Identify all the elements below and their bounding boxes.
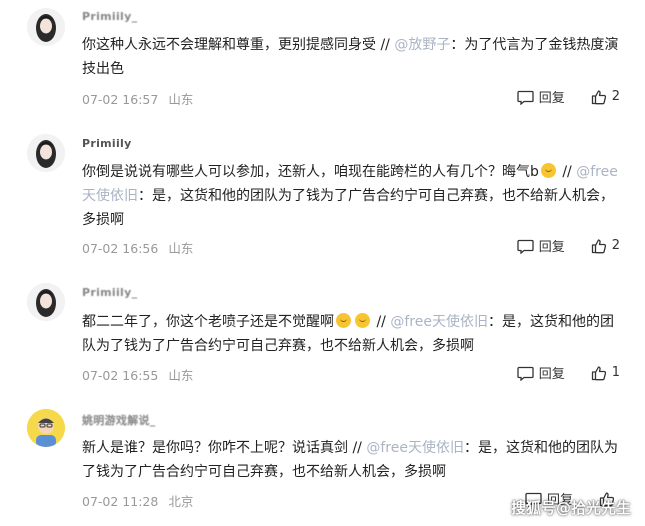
reply-button[interactable]: 回复	[517, 87, 565, 106]
avatar[interactable]	[27, 409, 65, 447]
comment-actions: 回复 2	[517, 87, 620, 106]
comment-time: 07-02 11:28	[82, 494, 159, 509]
mention-link[interactable]: @free天使依旧	[366, 440, 464, 456]
grin-emoji-icon	[336, 313, 351, 328]
avatar[interactable]	[27, 283, 65, 321]
reply-button[interactable]: 回复	[517, 363, 565, 382]
like-count: 1	[611, 365, 620, 380]
comment-meta: 07-02 16:56 山东	[82, 238, 193, 257]
like-button[interactable]: 2	[591, 89, 620, 105]
comment-location: 北京	[168, 494, 194, 509]
comment-actions: 回复 2	[517, 236, 620, 255]
username[interactable]: Primiily_	[82, 286, 137, 299]
comment-meta: 07-02 11:28 北京	[82, 491, 193, 510]
comment-text-main: 你倒是说说有哪些人可以参加，还新人，咱现在能跨栏的人有几个？晦气b	[82, 164, 539, 180]
grin-emoji-icon	[540, 163, 556, 178]
comment-bubble-icon	[517, 90, 534, 105]
comment-text-tail: ：是，这货和他的团队为了钱为了广告合约宁可自己弃赛，也不给新人机会，多损啊	[82, 188, 614, 228]
mention-link[interactable]: @放野子	[394, 37, 450, 53]
comment-bubble-icon	[517, 366, 534, 381]
comment-meta: 07-02 16:57 山东	[82, 89, 193, 108]
comment-text-main: 新人是谁？是你吗？你咋不上呢？说话真剑 //	[82, 440, 362, 456]
comment-time: 07-02 16:56	[82, 241, 159, 256]
comment-location: 山东	[168, 241, 194, 256]
comment-text: 你倒是说说有哪些人可以参加，还新人，咱现在能跨栏的人有几个？晦气b // @fr…	[82, 163, 618, 228]
comment-text: 新人是谁？是你吗？你咋不上呢？说话真剑 // @free天使依旧：是，这货和他的…	[82, 436, 622, 484]
grin-emoji-icon	[355, 313, 370, 328]
reply-label: 回复	[538, 91, 565, 106]
comment-location: 山东	[168, 92, 194, 107]
thumbs-up-icon	[591, 238, 606, 253]
comment-location: 山东	[168, 368, 194, 383]
comment-text: 你这种人永远不会理解和尊重，更别提感同身受 // @放野子：为了代言为了金钱热度…	[82, 33, 622, 81]
comment-text-main: 你这种人永远不会理解和尊重，更别提感同身受 //	[82, 37, 390, 53]
reply-button[interactable]: 回复	[517, 236, 565, 255]
thumbs-up-icon	[591, 365, 606, 380]
like-button[interactable]: 2	[591, 238, 620, 254]
watermark: 搜狐号@拾光先生	[510, 499, 631, 517]
username[interactable]: 姚明游戏解说_	[82, 412, 156, 428]
reply-label: 回复	[538, 240, 565, 255]
comment-text: 都二二年了，你这个老喷子还是不觉醒啊 // @free天使依旧：是，这货和他的团…	[82, 313, 614, 354]
comment-time: 07-02 16:57	[82, 92, 159, 107]
comment-time: 07-02 16:55	[82, 368, 159, 383]
thumbs-up-icon	[591, 89, 606, 104]
like-button[interactable]: 1	[591, 365, 620, 381]
comment-actions: 回复 1	[517, 363, 620, 382]
avatar[interactable]	[27, 8, 65, 46]
username[interactable]: Primiily_	[82, 10, 137, 23]
mention-link[interactable]: @free天使依旧	[390, 314, 488, 330]
avatar[interactable]	[27, 134, 65, 172]
username[interactable]: Primiily	[82, 137, 132, 150]
comment-meta: 07-02 16:55 山东	[82, 365, 193, 384]
reply-label: 回复	[538, 367, 565, 382]
comment-bubble-icon	[517, 239, 534, 254]
like-count: 2	[611, 89, 620, 104]
like-count: 2	[611, 238, 620, 253]
comment-text-main: 都二二年了，你这个老喷子还是不觉醒啊	[82, 314, 334, 330]
